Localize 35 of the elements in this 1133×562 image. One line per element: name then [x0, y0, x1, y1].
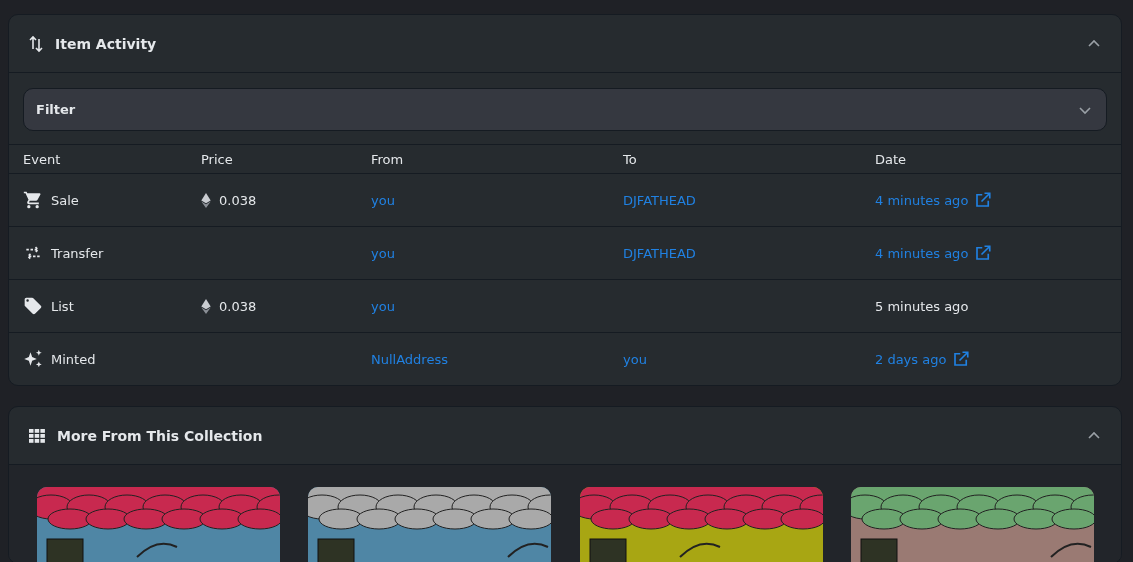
- external-link-icon[interactable]: [974, 191, 993, 209]
- column-header: From: [371, 151, 405, 167]
- filter-dropdown[interactable]: Filter: [23, 88, 1107, 131]
- from-link[interactable]: NullAddress: [371, 351, 448, 367]
- to-link[interactable]: DJFATHEAD: [623, 245, 696, 261]
- section-title: Item Activity: [55, 35, 158, 52]
- section-title: More From This Collection: [57, 427, 264, 444]
- price-value: 0.038: [219, 298, 257, 314]
- event-name: List: [51, 298, 74, 314]
- grid-icon: [29, 428, 45, 443]
- to-link[interactable]: DJFATHEAD: [623, 192, 696, 208]
- sparkles-icon: [23, 349, 43, 369]
- tag-icon: [23, 296, 43, 316]
- from-link[interactable]: you: [371, 245, 395, 261]
- event-name: Transfer: [51, 245, 104, 261]
- sort-arrows-icon: [29, 34, 43, 53]
- ethereum-icon: [201, 298, 211, 314]
- date-text: 5 minutes ago: [875, 298, 969, 314]
- to-link[interactable]: you: [623, 351, 647, 367]
- column-header: To: [623, 151, 638, 167]
- event-name: Sale: [51, 192, 79, 208]
- date-link[interactable]: 4 minutes ago: [875, 192, 969, 208]
- column-header: Price: [201, 151, 234, 167]
- ethereum-icon: [201, 192, 211, 208]
- from-link[interactable]: you: [371, 298, 395, 314]
- date-link[interactable]: 4 minutes ago: [875, 245, 969, 261]
- external-link-icon[interactable]: [974, 244, 993, 262]
- price-value: 0.038: [219, 192, 257, 208]
- from-link[interactable]: you: [371, 192, 395, 208]
- column-header: Date: [875, 151, 908, 167]
- column-header: Event: [23, 151, 62, 167]
- external-link-icon[interactable]: [952, 350, 971, 368]
- event-name: Minted: [51, 351, 96, 367]
- cart-icon: [23, 190, 43, 210]
- date-link[interactable]: 2 days ago: [875, 351, 947, 367]
